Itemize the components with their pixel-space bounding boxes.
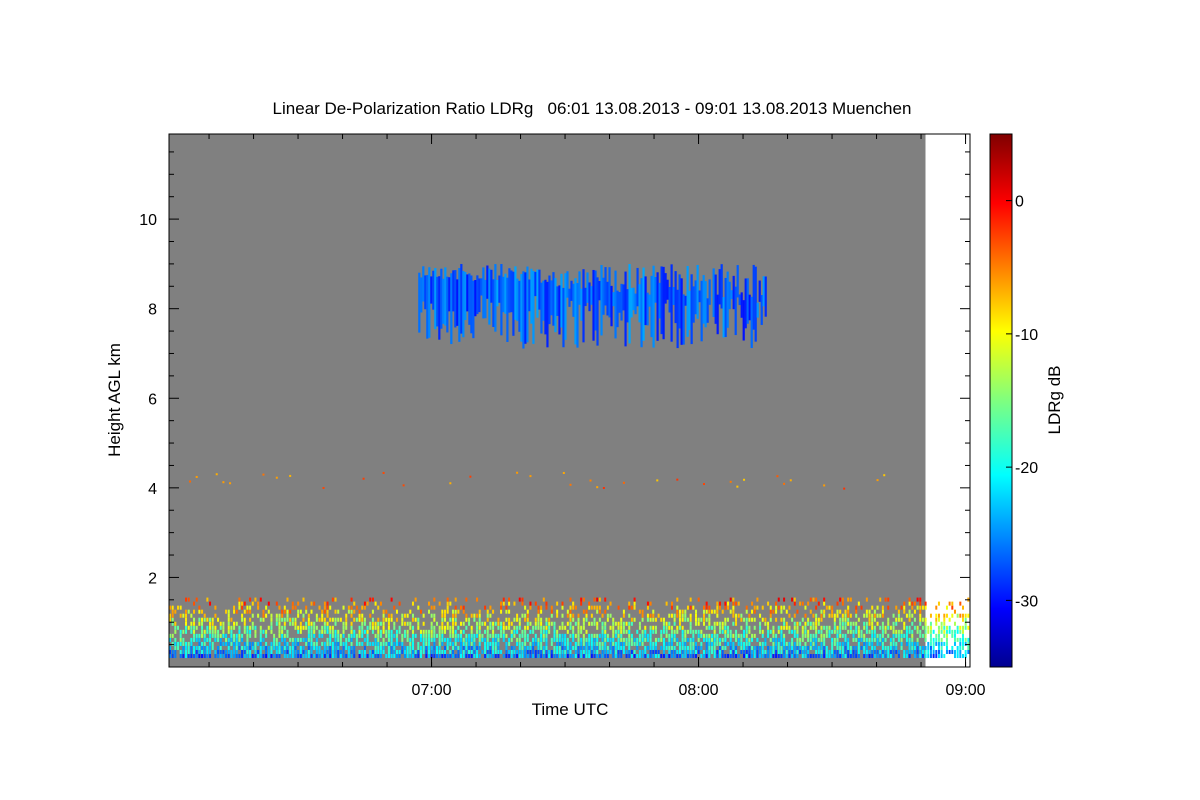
y-tick-label: 8 — [148, 302, 157, 319]
colorbar-label: LDRg dB — [1045, 366, 1064, 435]
chart-title: Linear De-Polarization Ratio LDRg 06:01 … — [273, 99, 912, 118]
missing-data-region — [925, 134, 970, 667]
y-tick-label: 10 — [139, 212, 157, 229]
y-tick-label: 4 — [148, 481, 157, 498]
colorbar-tick-label: -20 — [1015, 460, 1038, 477]
colorbar — [989, 133, 1013, 668]
y-tick-label: 2 — [148, 570, 157, 587]
ldr-chart: Linear De-Polarization Ratio LDRg 06:01 … — [105, 99, 1064, 719]
colorbar-tick-label: -10 — [1015, 327, 1038, 344]
x-tick-label: 08:00 — [679, 682, 719, 699]
colorbar-tick-label: 0 — [1015, 194, 1024, 211]
y-axis-label: Height AGL km — [105, 343, 124, 457]
plot-background — [169, 134, 970, 667]
y-tick-label: 6 — [148, 391, 157, 408]
plot-area — [169, 134, 970, 667]
x-tick-label: 07:00 — [412, 682, 452, 699]
colorbar-tick-label: -30 — [1015, 593, 1038, 610]
x-tick-label: 09:00 — [946, 682, 986, 699]
x-axis-label: Time UTC — [532, 700, 609, 719]
